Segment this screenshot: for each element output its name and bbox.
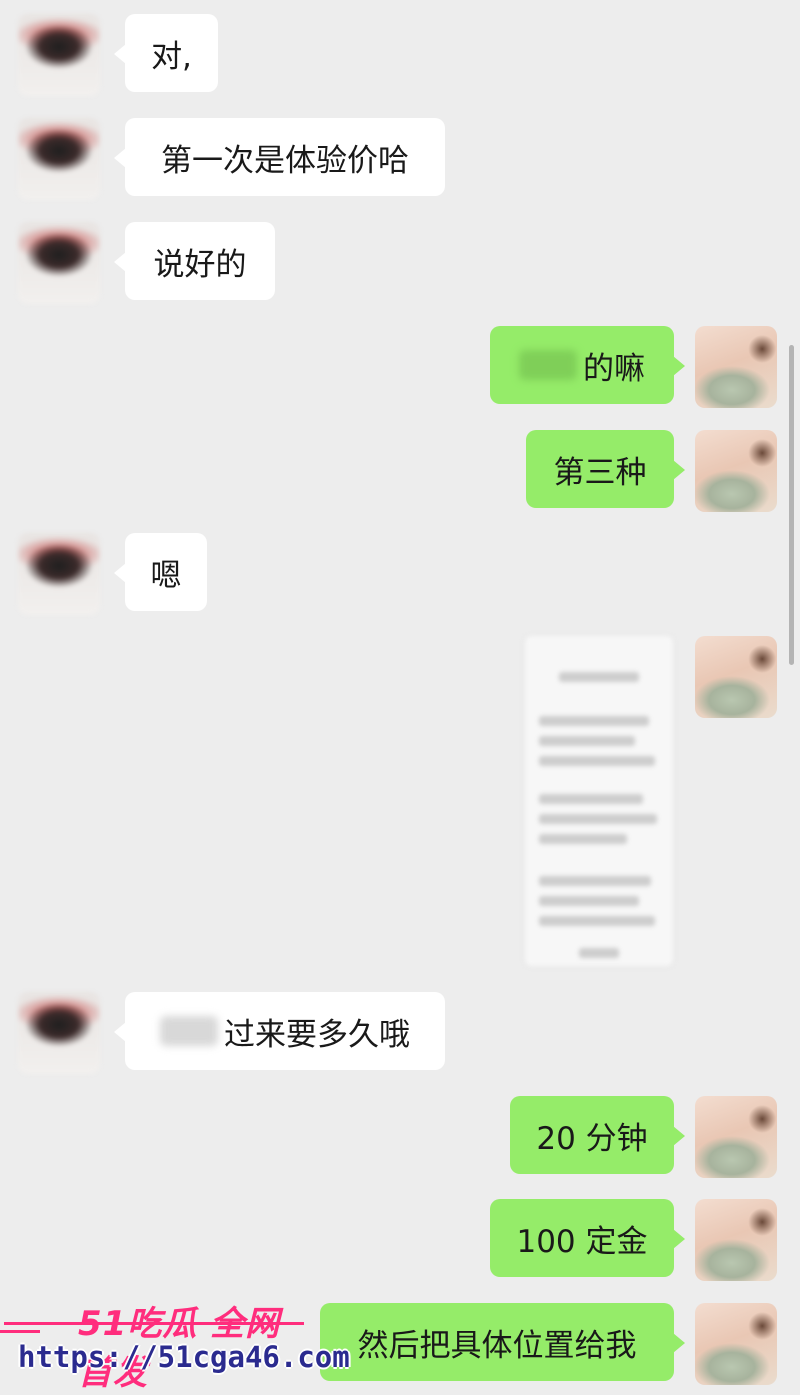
contact-avatar[interactable]	[18, 14, 100, 96]
message-text: 第三种	[553, 454, 647, 491]
my-avatar[interactable]	[695, 1303, 777, 1385]
contact-avatar[interactable]	[18, 533, 100, 615]
my-avatar[interactable]	[695, 430, 777, 512]
my-avatar[interactable]	[695, 326, 777, 408]
message-text: 然后把具体位置给我	[357, 1327, 637, 1364]
message-text: 100 定金	[516, 1223, 648, 1260]
message-text: 过来要多久哦	[224, 1016, 410, 1053]
message-bubble-outgoing[interactable]: 20 分钟	[510, 1096, 685, 1174]
watermark: 51吃瓜 全网首发 https://51cga46.com	[0, 1278, 350, 1395]
my-avatar[interactable]	[695, 1096, 777, 1178]
message-bubble-incoming[interactable]: 第一次是体验价哈	[114, 118, 445, 196]
message-bubble-outgoing[interactable]: 然后把具体位置给我	[320, 1303, 685, 1381]
message-bubble-outgoing[interactable]: 第三种	[526, 430, 685, 508]
image-message[interactable]	[525, 636, 673, 966]
message-text: 第一次是体验价哈	[161, 142, 409, 179]
watermark-url: https://51cga46.com	[18, 1340, 350, 1374]
message-text: 说好的	[153, 246, 247, 283]
contact-avatar[interactable]	[18, 118, 100, 200]
message-text: 20 分钟	[536, 1120, 648, 1157]
message-bubble-outgoing[interactable]: 的嘛	[490, 326, 685, 404]
message-bubble-outgoing[interactable]: 100 定金	[490, 1199, 685, 1277]
message-bubble-incoming[interactable]: 对,	[114, 14, 218, 92]
message-bubble-incoming[interactable]: 过来要多久哦	[114, 992, 445, 1070]
redacted-text	[519, 350, 577, 380]
redacted-text	[160, 1016, 218, 1046]
message-bubble-incoming[interactable]: 嗯	[114, 533, 207, 611]
message-text: 的嘛	[583, 350, 645, 387]
watermark-line	[0, 1330, 40, 1333]
contact-avatar[interactable]	[18, 992, 100, 1074]
message-text: 对,	[151, 38, 192, 75]
message-bubble-incoming[interactable]: 说好的	[114, 222, 275, 300]
scrollbar[interactable]	[789, 345, 794, 665]
message-text: 嗯	[150, 557, 182, 594]
my-avatar[interactable]	[695, 636, 777, 718]
contact-avatar[interactable]	[18, 222, 100, 304]
my-avatar[interactable]	[695, 1199, 777, 1281]
